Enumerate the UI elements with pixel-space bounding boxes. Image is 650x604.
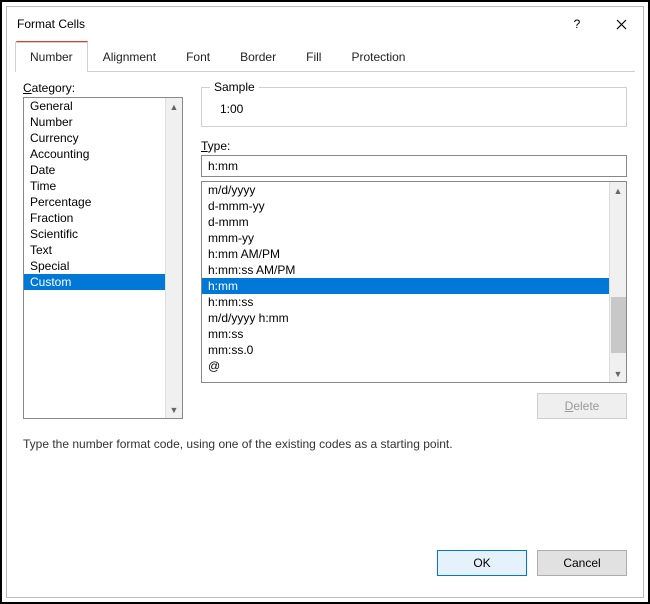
scrollbar-thumb[interactable] bbox=[611, 297, 626, 353]
format-item[interactable]: h:mm:ss bbox=[202, 294, 609, 310]
tab-alignment[interactable]: Alignment bbox=[88, 42, 171, 71]
tab-label: Font bbox=[186, 50, 210, 64]
tab-label: Fill bbox=[306, 50, 321, 64]
category-item[interactable]: General bbox=[24, 98, 165, 114]
delete-button: Delete bbox=[537, 393, 627, 419]
tab-label: Number bbox=[30, 50, 73, 64]
category-listbox[interactable]: GeneralNumberCurrencyAccountingDateTimeP… bbox=[23, 97, 183, 419]
format-listbox[interactable]: m/d/yyyyd-mmm-yyd-mmmmmm-yyh:mm AM/PMh:m… bbox=[201, 181, 627, 383]
category-item[interactable]: Percentage bbox=[24, 194, 165, 210]
category-item[interactable]: Date bbox=[24, 162, 165, 178]
ok-button[interactable]: OK bbox=[437, 550, 527, 576]
format-cells-dialog: Format Cells ? Number Alignment Font Bor… bbox=[6, 6, 644, 598]
close-icon bbox=[616, 19, 627, 30]
format-item[interactable]: d-mmm bbox=[202, 214, 609, 230]
scroll-down-icon[interactable]: ▼ bbox=[166, 401, 182, 418]
tab-label: Protection bbox=[351, 50, 405, 64]
category-item[interactable]: Text bbox=[24, 242, 165, 258]
cancel-button[interactable]: Cancel bbox=[537, 550, 627, 576]
format-item[interactable]: mm:ss.0 bbox=[202, 342, 609, 358]
category-item[interactable]: Fraction bbox=[24, 210, 165, 226]
format-item[interactable]: h:mm bbox=[202, 278, 609, 294]
type-label: Type: bbox=[201, 139, 627, 153]
tab-label: Alignment bbox=[103, 50, 156, 64]
scroll-down-icon[interactable]: ▼ bbox=[610, 365, 626, 382]
scrollbar[interactable]: ▲ ▼ bbox=[165, 98, 182, 418]
close-button[interactable] bbox=[599, 7, 643, 41]
category-item[interactable]: Number bbox=[24, 114, 165, 130]
window-title: Format Cells bbox=[17, 17, 85, 31]
scrollbar[interactable]: ▲ ▼ bbox=[609, 182, 626, 382]
category-item[interactable]: Currency bbox=[24, 130, 165, 146]
button-label: Delete bbox=[565, 399, 600, 413]
category-label: Category: bbox=[23, 81, 183, 95]
format-item[interactable]: h:mm:ss AM/PM bbox=[202, 262, 609, 278]
tab-label: Border bbox=[240, 50, 276, 64]
tab-bar: Number Alignment Font Border Fill Protec… bbox=[15, 42, 635, 72]
format-item[interactable]: mm:ss bbox=[202, 326, 609, 342]
sample-label: Sample bbox=[210, 80, 259, 94]
sample-value: 1:00 bbox=[214, 102, 614, 116]
type-input[interactable] bbox=[201, 155, 627, 177]
format-item[interactable]: h:mm AM/PM bbox=[202, 246, 609, 262]
hint-text: Type the number format code, using one o… bbox=[23, 437, 627, 451]
category-item[interactable]: Accounting bbox=[24, 146, 165, 162]
tab-fill[interactable]: Fill bbox=[291, 42, 336, 71]
tab-number[interactable]: Number bbox=[15, 42, 88, 71]
help-button[interactable]: ? bbox=[555, 7, 599, 41]
format-item[interactable]: m/d/yyyy bbox=[202, 182, 609, 198]
button-label: Cancel bbox=[563, 556, 600, 570]
tab-font[interactable]: Font bbox=[171, 42, 225, 71]
category-item[interactable]: Time bbox=[24, 178, 165, 194]
format-item[interactable]: @ bbox=[202, 358, 609, 374]
scroll-up-icon[interactable]: ▲ bbox=[610, 182, 626, 199]
help-icon: ? bbox=[574, 17, 581, 31]
category-item[interactable]: Scientific bbox=[24, 226, 165, 242]
button-label: OK bbox=[473, 556, 490, 570]
category-item[interactable]: Custom bbox=[24, 274, 165, 290]
tab-border[interactable]: Border bbox=[225, 42, 291, 71]
format-item[interactable]: mmm-yy bbox=[202, 230, 609, 246]
category-item[interactable]: Special bbox=[24, 258, 165, 274]
tab-protection[interactable]: Protection bbox=[336, 42, 420, 71]
scroll-up-icon[interactable]: ▲ bbox=[166, 98, 182, 115]
dialog-footer: OK Cancel bbox=[7, 543, 643, 597]
format-item[interactable]: d-mmm-yy bbox=[202, 198, 609, 214]
format-item[interactable]: m/d/yyyy h:mm bbox=[202, 310, 609, 326]
titlebar: Format Cells ? bbox=[7, 7, 643, 41]
sample-group: Sample 1:00 bbox=[201, 87, 627, 127]
